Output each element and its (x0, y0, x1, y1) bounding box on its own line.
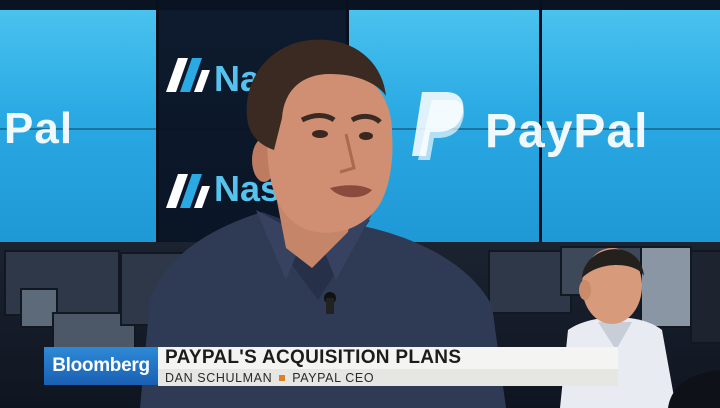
name-bar: DAN SCHULMAN PAYPAL CEO (158, 369, 618, 386)
guest-role: PAYPAL CEO (292, 370, 375, 385)
bloomberg-logo: Bloomberg (44, 347, 158, 385)
foreground-silhouette (668, 370, 720, 408)
broadcast-frame: Pal Nas Nas PayPal Bloomberg PAYPAL'S AC… (0, 0, 720, 408)
network-name: Bloomberg (52, 355, 150, 376)
guest-name: DAN SCHULMAN (165, 370, 273, 385)
headline-bar: PAYPAL'S ACQUISITION PLANS (158, 347, 618, 369)
separator-square-icon (279, 374, 286, 381)
headline-text: PAYPAL'S ACQUISITION PLANS (165, 347, 462, 368)
